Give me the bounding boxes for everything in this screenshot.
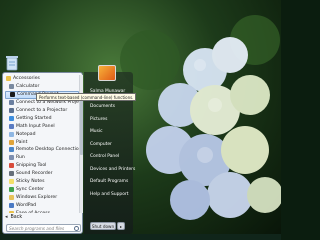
program-item[interactable]: Notepad (5, 130, 79, 138)
documents-link[interactable]: Documents (90, 104, 115, 109)
music-link[interactable]: Music (90, 129, 103, 134)
program-label: Sticky Notes (16, 179, 45, 185)
calculator-icon (9, 84, 14, 90)
start-icon (9, 115, 14, 121)
program-item[interactable]: Sticky Notes (5, 178, 79, 186)
control-panel-link[interactable]: Control Panel (90, 154, 119, 159)
program-label: Connect to a Projector (16, 108, 68, 113)
program-item[interactable]: Calculator (5, 83, 79, 91)
computer-link[interactable]: Computer (90, 142, 112, 147)
notepad-icon (9, 131, 14, 137)
run-icon (9, 155, 14, 161)
program-item[interactable]: Sync Center (5, 185, 79, 193)
taskbar (0, 234, 281, 240)
search-placeholder: Search programs and files (9, 225, 65, 231)
program-item[interactable]: WordPad (5, 201, 79, 209)
sticky-icon (9, 179, 14, 185)
shutdown-options-chevron-icon[interactable]: ▸ (117, 222, 125, 230)
program-label: Remote Desktop Connection (16, 147, 79, 153)
program-label: WordPad (16, 202, 37, 208)
program-item[interactable]: Connect to a Projector (5, 107, 79, 115)
folder-icon (6, 76, 11, 82)
program-label: Snipping Tool (16, 163, 47, 169)
back-button[interactable]: ◂ Back (5, 213, 22, 221)
paint-icon (9, 139, 14, 145)
math-icon (9, 123, 14, 129)
sync-icon (9, 186, 14, 192)
program-item[interactable]: Accessories (5, 75, 79, 83)
program-label: Math Input Panel (16, 123, 55, 129)
program-label: Getting Started (16, 115, 52, 121)
back-arrow-icon: ◂ (5, 214, 8, 220)
program-label: Paint (16, 139, 28, 145)
program-item[interactable]: Run (5, 154, 79, 162)
program-label: Run (16, 155, 25, 161)
shutdown-button[interactable]: Shut down (90, 222, 116, 230)
program-item[interactable]: Remote Desktop Connection (5, 146, 79, 154)
user-picture-avatar[interactable] (98, 65, 116, 81)
recycle-bin-icon[interactable] (4, 54, 20, 72)
mic-icon (9, 171, 14, 177)
search-input[interactable]: Search programs and files (6, 224, 81, 232)
default-programs-link[interactable]: Default Programs (90, 179, 128, 184)
snip-icon (9, 163, 14, 169)
program-item[interactable]: Sound Recorder (5, 170, 79, 178)
pictures-link[interactable]: Pictures (90, 117, 107, 122)
devices-printers-link[interactable]: Devices and Printers (90, 167, 135, 172)
program-item[interactable]: Paint (5, 138, 79, 146)
cmd-icon (10, 92, 15, 98)
scrollbar-thumb[interactable] (80, 95, 83, 155)
program-label: Calculator (16, 84, 40, 90)
projector-icon (9, 100, 14, 106)
remote-icon (9, 147, 14, 153)
back-label: Back (10, 214, 23, 220)
program-label: Sound Recorder (16, 171, 53, 177)
program-label: Notepad (16, 131, 36, 137)
command-prompt-tooltip: Performs text-based (command-line) funct… (36, 93, 137, 101)
wordpad-icon (9, 202, 14, 208)
program-label: Windows Explorer (16, 194, 58, 200)
projector-icon (9, 108, 14, 113)
search-icon (74, 225, 79, 231)
program-item[interactable]: Windows Explorer (5, 193, 79, 201)
program-item[interactable]: Getting Started (5, 114, 79, 122)
program-label: Sync Center (16, 186, 44, 192)
program-item[interactable]: Snipping Tool (5, 162, 79, 170)
program-item[interactable]: Math Input Panel (5, 122, 79, 130)
explorer-icon (9, 194, 14, 200)
help-support-link[interactable]: Help and Support (90, 192, 128, 197)
program-label: Accessories (13, 76, 40, 82)
